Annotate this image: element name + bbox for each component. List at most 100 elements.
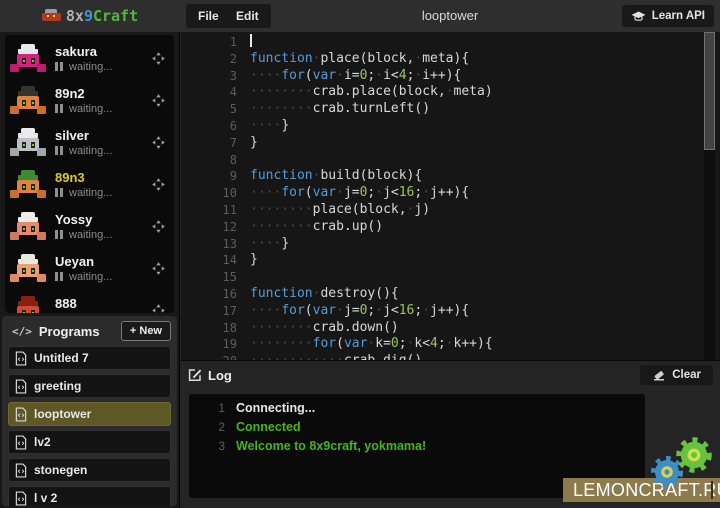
code-brackets-icon: </> [12,325,32,338]
editor-scrollbar-track[interactable] [704,32,715,362]
line-number: 15 [181,269,250,286]
program-item[interactable]: greeting [8,374,171,398]
code-text: ····for(var·i=0;·i<4;·i++){ [250,68,720,85]
learn-api-button[interactable]: Learn API [622,5,714,27]
player-row[interactable]: 89n2waiting... [10,79,169,121]
program-item-label: looptower [34,407,91,421]
code-text [250,34,720,51]
player-status: waiting... [55,271,151,283]
pause-icon [55,230,63,239]
program-item-label: greeting [34,379,81,393]
pause-icon [55,272,63,281]
crab-logo-icon [42,9,61,23]
player-status: waiting... [55,229,151,241]
pause-icon [55,188,63,197]
clear-log-label: Clear [672,369,701,381]
code-line[interactable]: 16function·destroy(){ [181,286,720,303]
main-area: 12function·place(block,·meta){3····for(v… [181,32,720,508]
code-line[interactable]: 10····for(var·j=0;·j<16;·j++){ [181,185,720,202]
top-menu-bar: 8x9Craft File Edit looptower Learn API [0,0,720,32]
eraser-icon [652,370,666,381]
green-gear [679,440,709,470]
player-row[interactable]: silverwaiting... [10,121,169,163]
program-item[interactable]: l v 2 [8,486,171,506]
locate-player-icon[interactable] [151,135,166,150]
program-file-icon [15,379,27,394]
locate-player-icon[interactable] [151,93,166,108]
edit-menu-button[interactable]: Edit [224,4,271,28]
programs-panel: </> Programs + New Untitled 7greetingloo… [2,316,177,506]
line-number: 9 [181,168,250,185]
player-row[interactable]: 888waiting... [10,289,169,313]
code-line[interactable]: 18········crab.down() [181,320,720,337]
clear-log-button[interactable]: Clear [640,365,713,385]
player-row[interactable]: sakurawaiting... [10,37,169,79]
code-line[interactable]: 11········place(block,·j) [181,202,720,219]
player-status: waiting... [55,61,151,73]
code-line[interactable]: 2function·place(block,·meta){ [181,51,720,68]
8x9craft-app-window: 8x9Craft File Edit looptower Learn API s… [0,0,720,508]
program-file-icon [15,435,27,450]
player-row[interactable]: Yossywaiting... [10,205,169,247]
player-status: waiting... [55,313,151,314]
code-line[interactable]: 12········crab.up() [181,219,720,236]
player-avatar [10,211,46,241]
locate-player-icon[interactable] [151,177,166,192]
player-avatar [10,295,46,313]
logo-segment-8x: 8x [66,7,84,25]
code-editor[interactable]: 12function·place(block,·meta){3····for(v… [181,32,720,362]
line-number: 1 [181,34,250,51]
player-name: Ueyan [55,254,151,269]
code-line[interactable]: 14} [181,252,720,269]
log-entry-number: 1 [189,399,236,418]
players-list: sakurawaiting...89n2waiting...silverwait… [5,35,174,313]
code-line[interactable]: 3····for(var·i=0;·i<4;·i++){ [181,68,720,85]
code-text: ········for(var·k=0;·k<4;·k++){ [250,336,720,353]
program-item-label: lv2 [34,435,51,449]
code-line[interactable]: 17····for(var·j=0;·j<16;·j++){ [181,303,720,320]
program-item[interactable]: stonegen [8,458,171,482]
locate-player-icon[interactable] [151,261,166,276]
player-avatar [10,253,46,283]
log-entry-number: 2 [189,418,236,437]
player-avatar [10,85,46,115]
player-status-text: waiting... [69,313,112,314]
program-item-selected[interactable]: looptower [8,402,171,426]
line-number: 3 [181,68,250,85]
player-status-text: waiting... [69,187,112,199]
code-text: function·build(block){ [250,168,720,185]
code-text: ····for(var·j=0;·j<16;·j++){ [250,185,720,202]
code-line[interactable]: 13····} [181,236,720,253]
code-line[interactable]: 8 [181,152,720,169]
code-line[interactable]: 6····} [181,118,720,135]
editor-scrollbar-thumb[interactable] [704,32,715,150]
code-line[interactable]: 15 [181,269,720,286]
player-row[interactable]: Ueyan waiting... [10,247,169,289]
line-number: 10 [181,185,250,202]
line-number: 16 [181,286,250,303]
code-line[interactable]: 9function·build(block){ [181,168,720,185]
code-line[interactable]: 7} [181,135,720,152]
program-item[interactable]: lv2 [8,430,171,454]
code-line[interactable]: 4········crab.place(block,·meta) [181,84,720,101]
new-program-button[interactable]: + New [121,321,171,341]
line-number: 5 [181,101,250,118]
locate-player-icon[interactable] [151,303,166,314]
line-number: 4 [181,84,250,101]
avatar-eye [22,58,26,64]
code-line[interactable]: 5········crab.turnLeft() [181,101,720,118]
player-status: waiting... [55,187,151,199]
program-item-label: stonegen [34,463,87,477]
player-row[interactable]: 89n3waiting... [10,163,169,205]
code-text: ····for(var·j=0;·j<16;·j++){ [250,303,720,320]
program-file-icon [15,491,27,506]
pause-icon [55,104,63,113]
locate-player-icon[interactable] [151,219,166,234]
line-number: 8 [181,152,250,169]
program-item[interactable]: Untitled 7 [8,346,171,370]
code-line[interactable]: 1 [181,34,720,51]
player-info: Yossywaiting... [55,212,151,241]
code-text: ········crab.down() [250,320,720,337]
code-line[interactable]: 19········for(var·k=0;·k<4;·k++){ [181,336,720,353]
locate-player-icon[interactable] [151,51,166,66]
